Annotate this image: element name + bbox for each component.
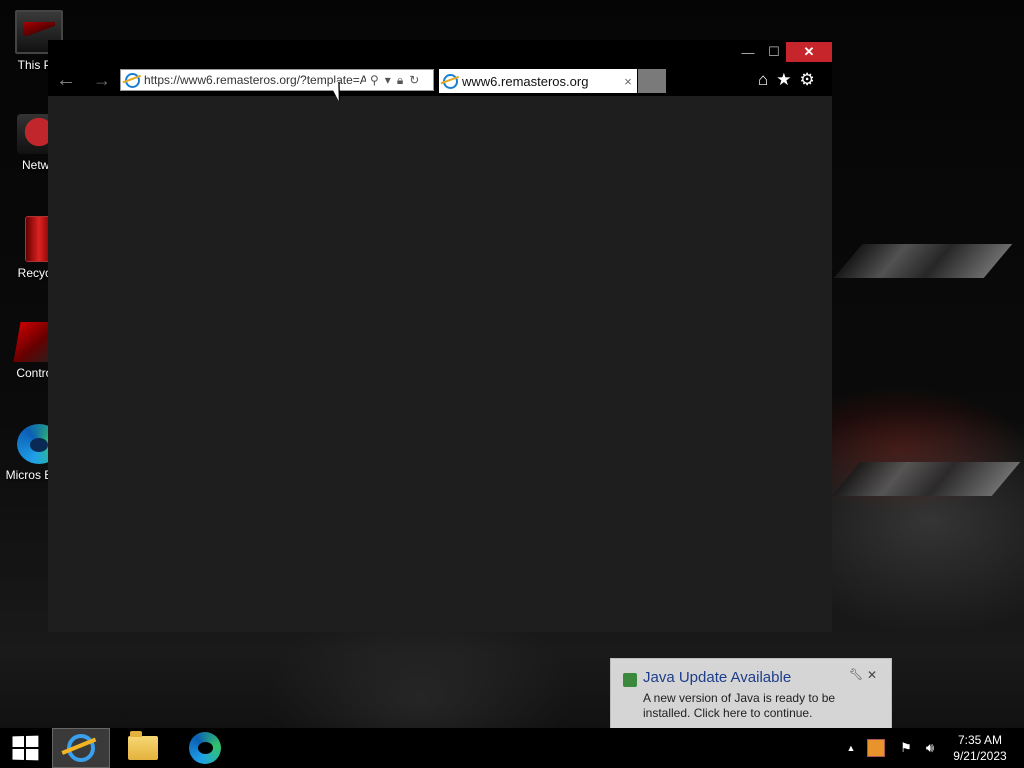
settings-icon[interactable]: ⚙ — [800, 70, 815, 90]
show-hidden-icons-button[interactable]: ▲ — [843, 728, 859, 768]
taskbar-internet-explorer[interactable] — [52, 728, 110, 768]
notification-title: Java Update Available — [643, 669, 792, 686]
minimize-button[interactable]: — — [736, 42, 760, 62]
clock-date: 9/21/2023 — [953, 749, 1007, 763]
folder-icon — [128, 731, 158, 760]
back-button[interactable]: ← — [56, 68, 76, 92]
browser-titlebar: — ☐ ✕ ← → https://www6.remasteros.org/?t… — [48, 40, 832, 96]
wallpaper-decoration — [831, 462, 1021, 496]
java-update-notification[interactable]: Java Update Available 🔧︎ ✕ A new version… — [610, 658, 892, 741]
java-tray-icon[interactable] — [866, 728, 886, 768]
search-icon[interactable]: ⚲ — [370, 73, 379, 87]
maximize-button[interactable]: ☐ — [762, 42, 786, 62]
tab-close-icon[interactable]: × — [619, 74, 637, 89]
wallpaper-decoration — [833, 244, 1013, 278]
ie-favicon-icon — [125, 72, 140, 88]
notification-body: A new version of Java is ready to be ins… — [643, 691, 836, 720]
taskbar: ▲ ⚑ 🔊︎ 7:35 AM 9/21/2023 — [0, 728, 1024, 768]
clock-time: 7:35 AM — [957, 733, 1003, 747]
new-tab-button[interactable] — [638, 69, 666, 93]
options-icon[interactable]: 🔧︎ — [849, 668, 863, 681]
browser-content-area[interactable] — [48, 96, 832, 632]
command-icons: ⌂ ★ ⚙ — [758, 70, 815, 90]
windows-logo-icon — [12, 735, 39, 761]
close-window-button[interactable]: ✕ — [786, 42, 832, 62]
taskbar-edge[interactable] — [176, 728, 234, 768]
notification-close-icon[interactable]: ✕ — [867, 668, 877, 682]
dropdown-icon[interactable]: ▾ — [385, 73, 391, 87]
tab-title: www6.remasteros.org — [462, 73, 589, 89]
browser-tab[interactable]: www6.remasteros.org × — [439, 69, 637, 93]
clock[interactable]: 7:35 AM 9/21/2023 — [944, 732, 1016, 764]
volume-icon[interactable]: 🔊︎ — [920, 728, 940, 768]
action-center-flag-icon[interactable]: ⚑ — [896, 728, 916, 768]
address-tools: ⚲ ▾ 🔒︎ ↻ — [370, 73, 419, 88]
refresh-icon[interactable]: ↻ — [409, 73, 419, 87]
java-icon — [623, 673, 637, 687]
internet-explorer-icon — [67, 734, 95, 762]
taskbar-file-explorer[interactable] — [114, 728, 172, 768]
browser-window: — ☐ ✕ ← → https://www6.remasteros.org/?t… — [48, 40, 832, 632]
favorites-icon[interactable]: ★ — [776, 70, 791, 90]
start-button[interactable] — [0, 728, 50, 768]
lock-icon[interactable]: 🔒︎ — [397, 73, 403, 88]
address-bar[interactable]: https://www6.remasteros.org/?template=A … — [120, 69, 434, 91]
home-icon[interactable]: ⌂ — [758, 70, 768, 90]
edge-icon — [189, 732, 221, 764]
ie-favicon-icon — [443, 73, 458, 89]
forward-button[interactable]: → — [93, 68, 111, 92]
